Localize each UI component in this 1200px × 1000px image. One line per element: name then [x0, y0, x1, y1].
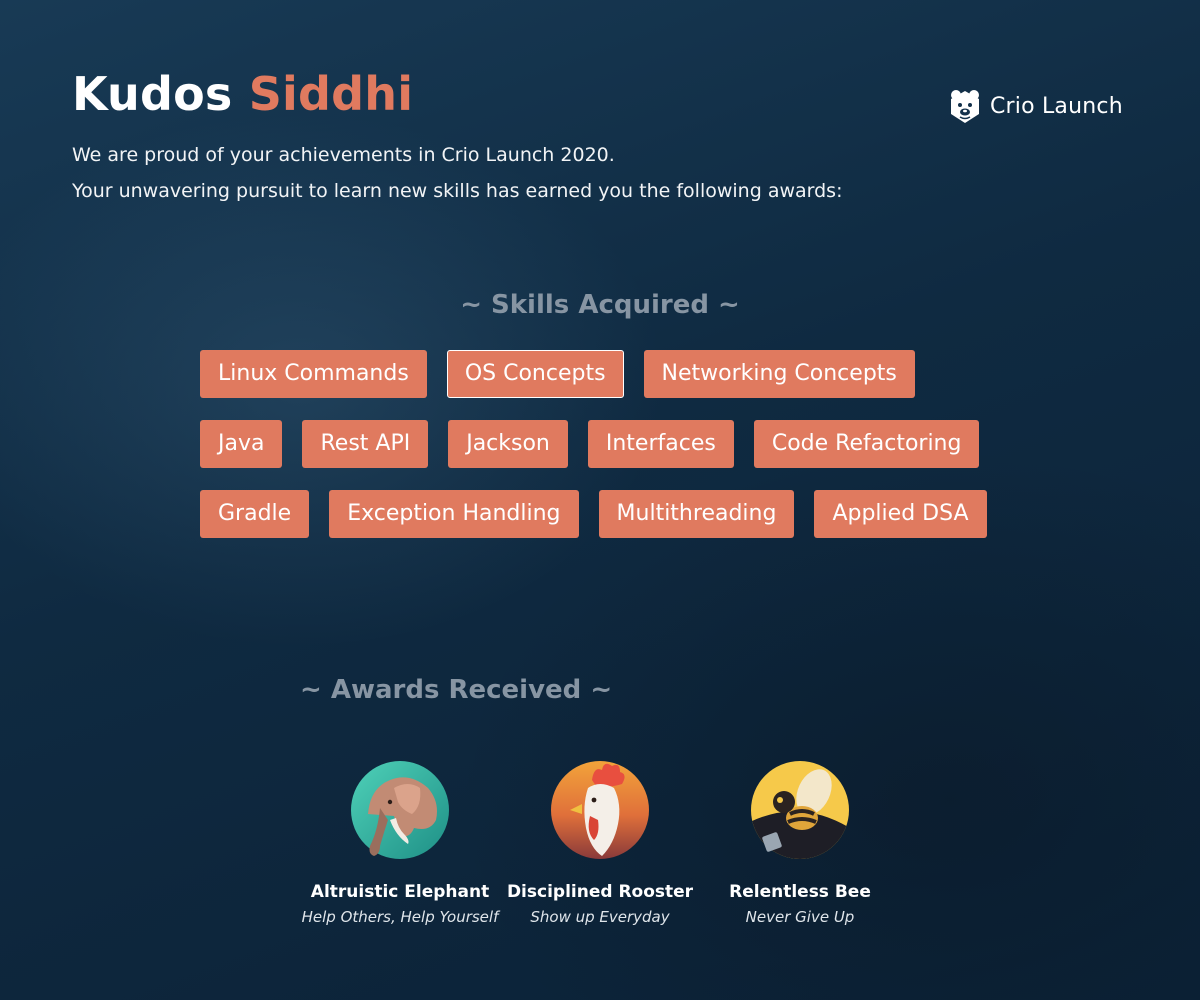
skill-chip-linux-commands[interactable]: Linux Commands [200, 350, 427, 398]
award-motto: Never Give Up [745, 908, 855, 926]
intro-line-1: We are proud of your achievements in Cri… [72, 144, 615, 166]
elephant-badge-icon [351, 761, 449, 859]
skill-chip-java[interactable]: Java [200, 420, 283, 468]
skill-row: Java Rest API Jackson Interfaces Code Re… [200, 420, 1020, 468]
award-item: Disciplined Rooster Show up Everyday [500, 758, 700, 926]
skill-chip-os-concepts[interactable]: OS Concepts [446, 350, 624, 398]
certificate-page: Kudos Siddhi Crio Launch We are proud of… [0, 0, 1200, 1000]
page-title: Kudos Siddhi [72, 64, 413, 124]
skills-section-title: ~ Skills Acquired ~ [460, 290, 740, 320]
skill-chip-rest-api[interactable]: Rest API [302, 420, 429, 468]
skill-chip-jackson[interactable]: Jackson [448, 420, 568, 468]
award-item: Altruistic Elephant Help Others, Help Yo… [300, 758, 500, 926]
award-item: Relentless Bee Never Give Up [700, 758, 900, 926]
greeting-text: Kudos [72, 67, 233, 121]
skill-chip-exception-handling[interactable]: Exception Handling [329, 490, 579, 538]
skill-chip-applied-dsa[interactable]: Applied DSA [814, 490, 987, 538]
awards-list: Altruistic Elephant Help Others, Help Yo… [300, 758, 900, 926]
rooster-badge-icon [551, 761, 649, 859]
skill-chip-interfaces[interactable]: Interfaces [587, 420, 734, 468]
award-name: Disciplined Rooster [506, 882, 694, 902]
bee-badge-icon [751, 761, 849, 859]
bear-logo-icon [951, 90, 979, 123]
award-motto: Show up Everyday [530, 908, 670, 926]
recipient-name: Siddhi [248, 67, 414, 121]
skill-chip-code-refactoring[interactable]: Code Refactoring [753, 420, 980, 468]
brand-name: Crio Launch [990, 93, 1123, 119]
skill-chip-multithreading[interactable]: Multithreading [598, 490, 795, 538]
skill-chip-gradle[interactable]: Gradle [200, 490, 310, 538]
brand-logo: Crio Launch [948, 86, 1123, 126]
award-name: Relentless Bee [729, 882, 871, 902]
skill-row: Linux Commands OS Concepts Networking Co… [200, 350, 1020, 398]
skills-grid: Linux Commands OS Concepts Networking Co… [200, 350, 1020, 560]
awards-section-title: ~ Awards Received ~ [300, 675, 613, 705]
award-name: Altruistic Elephant [310, 882, 490, 902]
skill-row: Gradle Exception Handling Multithreading… [200, 490, 1020, 538]
intro-line-2: Your unwavering pursuit to learn new ski… [72, 180, 843, 202]
skill-chip-networking-concepts[interactable]: Networking Concepts [643, 350, 915, 398]
award-motto: Help Others, Help Yourself [301, 908, 499, 926]
